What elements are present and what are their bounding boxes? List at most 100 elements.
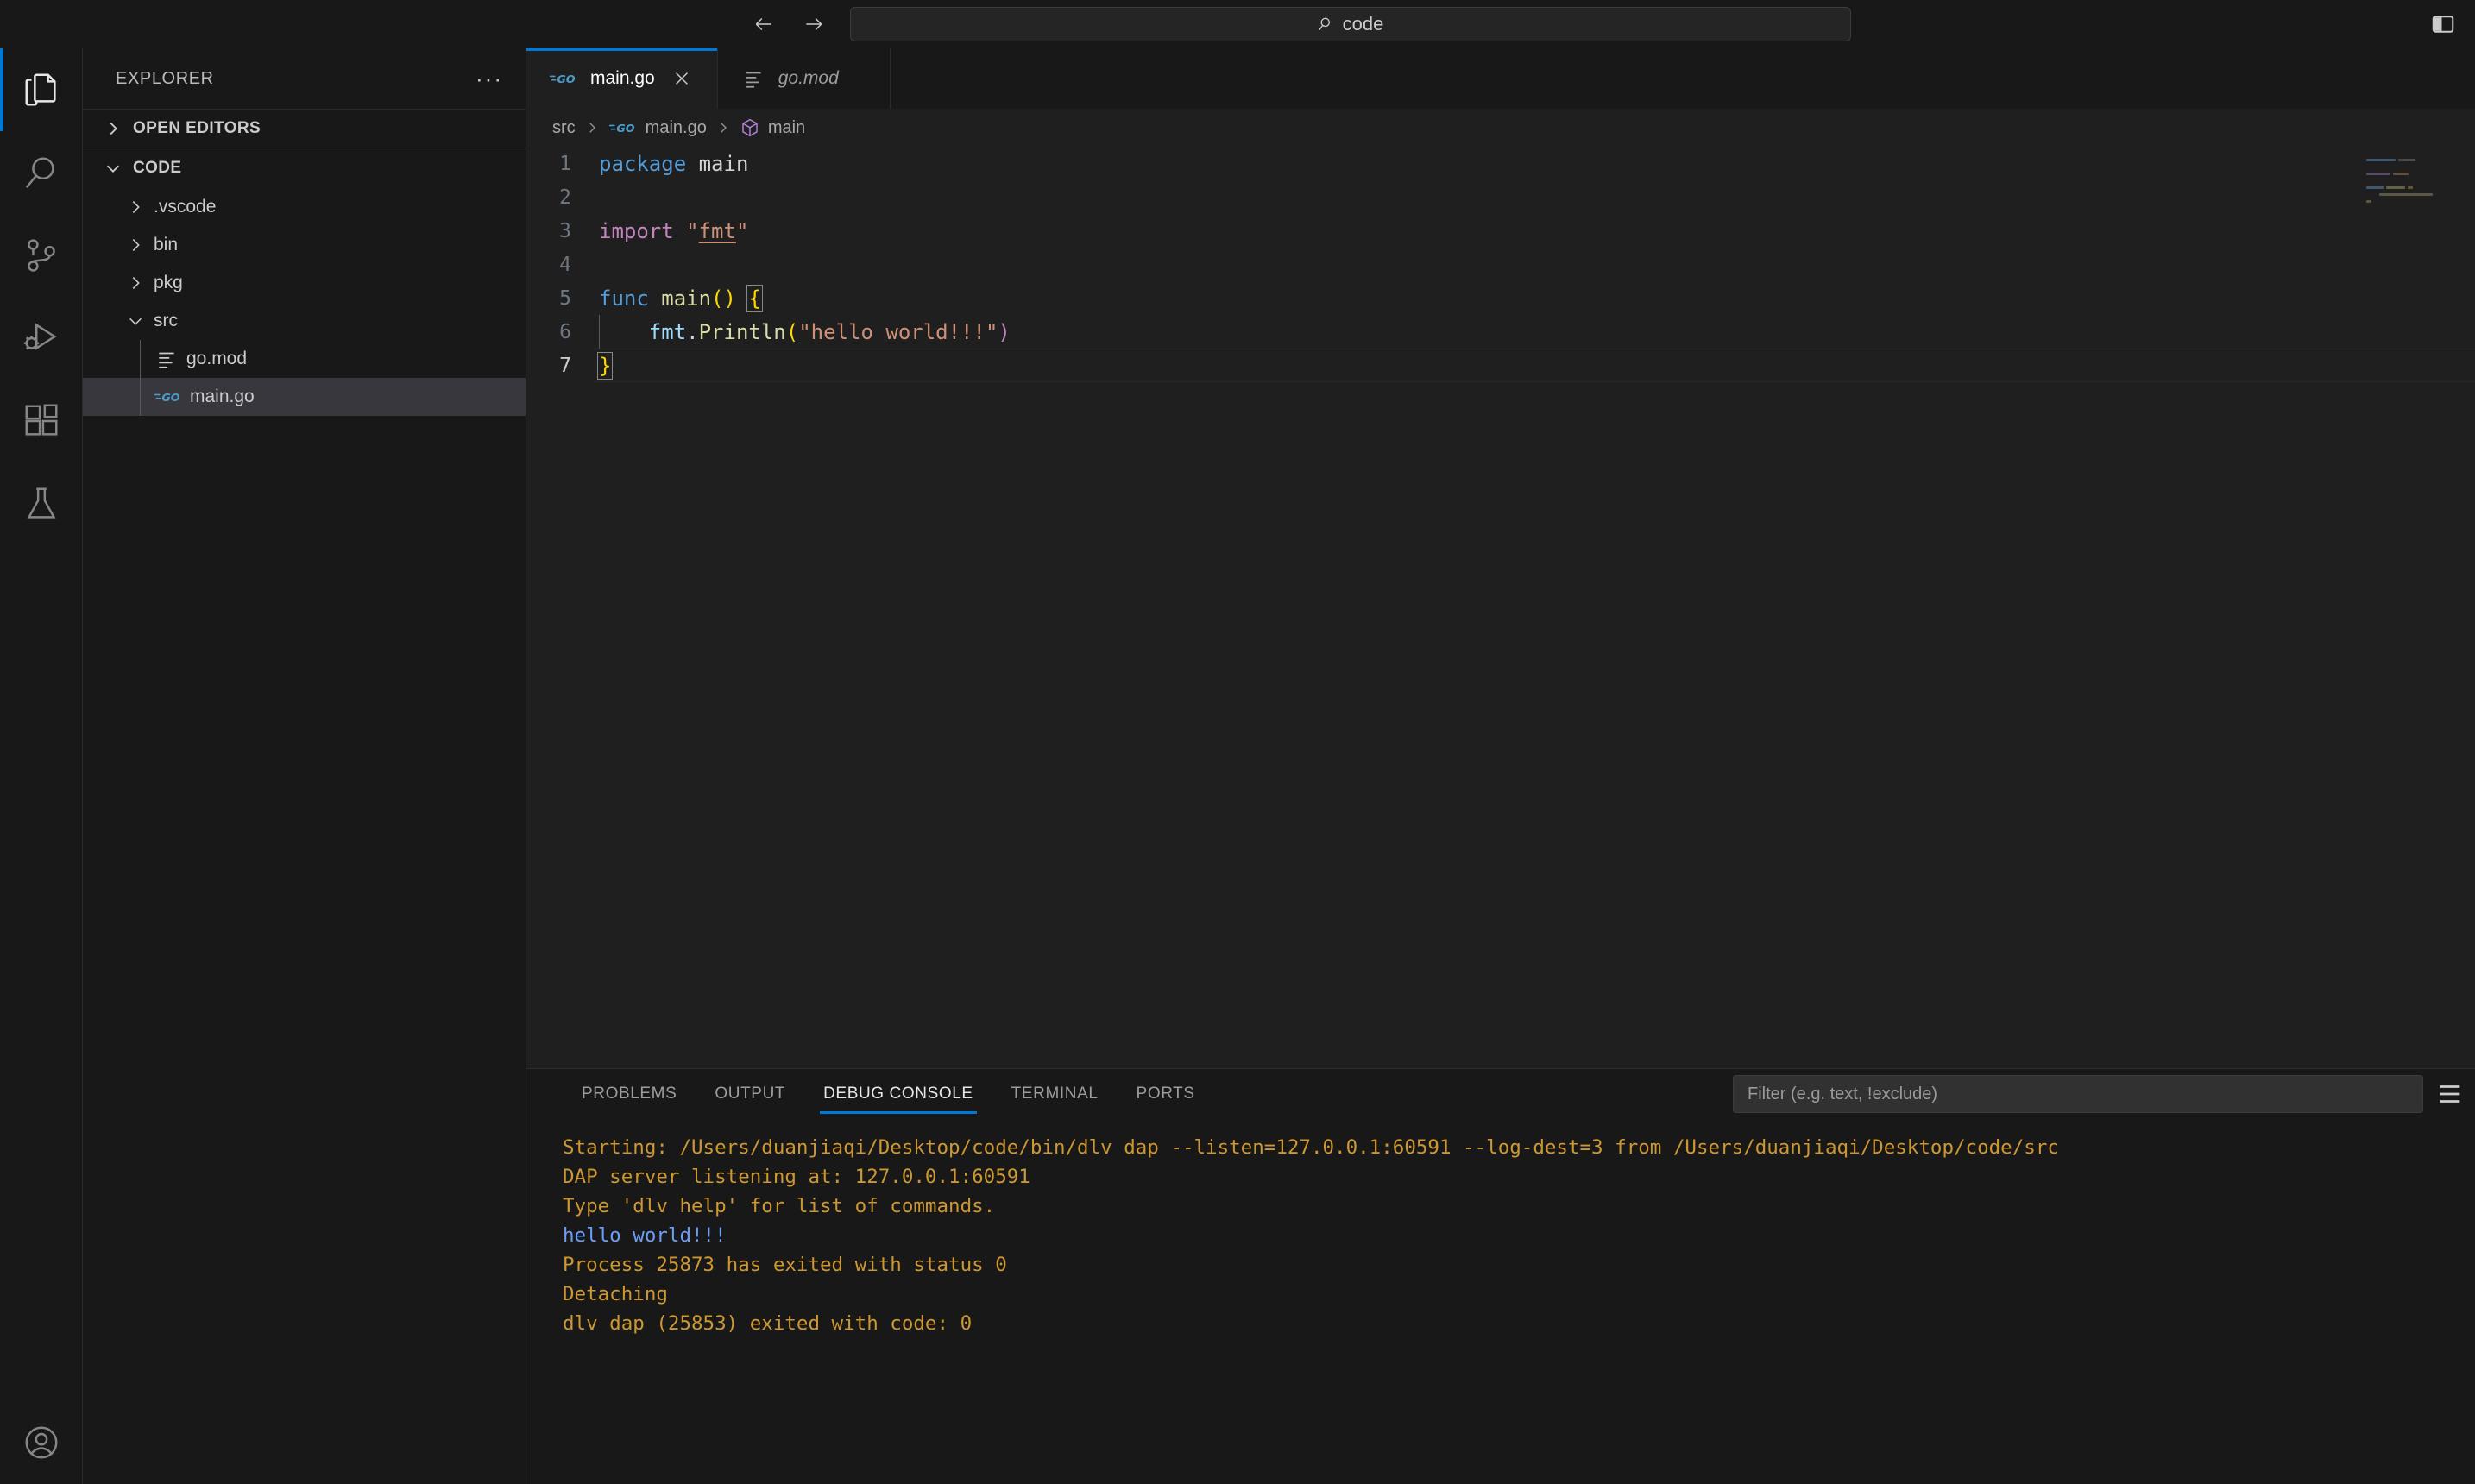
token-import-path: fmt <box>698 218 736 243</box>
tree-section-label: OPEN EDITORS <box>133 119 261 137</box>
editor-zone: GO main.go go.mod src GO main.go main 1 … <box>526 48 2475 1484</box>
sidebar-item-testing[interactable] <box>0 462 83 545</box>
arrow-left-icon[interactable] <box>751 11 777 37</box>
line-number: 1 <box>559 152 571 175</box>
line-number: 4 <box>559 253 571 276</box>
panel-tab-label: PROBLEMS <box>582 1085 677 1103</box>
token-keyword: import <box>599 218 674 243</box>
sidebar-item-extensions[interactable] <box>0 380 83 462</box>
token-parens: () <box>711 286 736 311</box>
tab-output[interactable]: OUTPUT <box>696 1069 804 1119</box>
tree-item-vscode[interactable]: .vscode <box>83 188 526 226</box>
close-icon[interactable] <box>667 64 696 93</box>
current-line-highlight <box>594 349 2475 382</box>
tree-section-open-editors[interactable]: OPEN EDITORS <box>83 109 526 148</box>
tab-main-go[interactable]: GO main.go <box>526 48 718 109</box>
code-line-3: 3 import "fmt" <box>526 214 2475 248</box>
breadcrumb-item-main-symbol[interactable]: main <box>740 117 805 138</box>
tree-item-label: pkg <box>154 273 183 292</box>
explorer-sidebar: EXPLORER ··· OPEN EDITORS CODE .vscode b… <box>83 48 526 1484</box>
title-bar: code <box>0 0 2475 48</box>
chevron-down-icon <box>124 310 147 332</box>
token-keyword: package <box>599 151 687 176</box>
tree-item-bin[interactable]: bin <box>83 226 526 264</box>
sidebar-header: EXPLORER ··· <box>83 48 526 109</box>
console-line: Process 25873 has exited with status 0 <box>563 1254 1007 1276</box>
tab-terminal[interactable]: TERMINAL <box>992 1069 1118 1119</box>
tree-section-code[interactable]: CODE <box>83 148 526 188</box>
token-quote: " <box>735 218 749 243</box>
filter-input[interactable]: Filter (e.g. text, !exclude) <box>1733 1075 2423 1113</box>
token-method: Println <box>698 319 786 344</box>
svg-text:GO: GO <box>557 73 575 86</box>
chevron-right-icon <box>715 120 731 135</box>
breadcrumb-item-main-go[interactable]: GO main.go <box>608 118 707 138</box>
sidebar-item-run-and-debug[interactable] <box>0 297 83 380</box>
chevron-right-icon <box>584 120 600 135</box>
chevron-right-icon <box>124 272 147 294</box>
tree-item-src[interactable]: src <box>83 302 526 340</box>
token-quote: " <box>673 218 699 243</box>
run-debug-icon <box>23 323 57 350</box>
navigation-arrows <box>751 11 827 37</box>
svg-text:GO: GO <box>161 392 179 405</box>
console-line: Starting: /Users/duanjiaqi/Desktop/code/… <box>563 1136 2059 1159</box>
layout-panel-icon[interactable] <box>2430 11 2456 37</box>
line-number: 5 <box>559 286 571 310</box>
code-line-5: 5 func main() { <box>526 281 2475 315</box>
code-text: func main() { <box>594 284 763 312</box>
code-line-6: 6 fmt.Println("hello world!!!") <box>526 315 2475 349</box>
breadcrumb-label: main.go <box>645 117 707 137</box>
console-line: hello world!!! <box>563 1224 727 1247</box>
tree-item-go-mod[interactable]: go.mod <box>83 340 526 378</box>
more-actions-icon[interactable]: ··· <box>475 67 503 90</box>
code-editor[interactable]: 1 package main 2 3 import "fmt" 4 5 func… <box>526 147 2475 1068</box>
list-menu-icon[interactable] <box>2435 1079 2465 1109</box>
tabs-filler <box>890 48 2475 109</box>
panel-tab-label: DEBUG CONSOLE <box>823 1085 973 1103</box>
tab-debug-console[interactable]: DEBUG CONSOLE <box>804 1069 992 1119</box>
token-dot: . <box>686 319 699 344</box>
tree-item-label: go.mod <box>186 349 248 368</box>
go-file-icon: GO <box>608 118 638 137</box>
command-center[interactable]: code <box>850 7 1851 41</box>
sidebar-item-source-control[interactable] <box>0 214 83 297</box>
code-line-4: 4 <box>526 248 2475 281</box>
debug-console-output[interactable]: Starting: /Users/duanjiaqi/Desktop/code/… <box>526 1119 2475 1484</box>
mod-file-icon <box>740 67 766 90</box>
tab-go-mod[interactable]: go.mod <box>717 48 891 109</box>
sidebar-title: EXPLORER <box>116 68 214 88</box>
sidebar-item-search[interactable] <box>0 131 83 214</box>
vscode-window: code EXPLORER ··· OPEN EDITORS CODE .vsc… <box>0 0 2475 1484</box>
bottom-panel: PROBLEMS OUTPUT DEBUG CONSOLE TERMINAL P… <box>526 1068 2475 1484</box>
token-keyword: func <box>599 286 649 311</box>
go-file-icon: GO <box>549 69 578 88</box>
code-line-2: 2 <box>526 180 2475 214</box>
source-control-icon <box>27 239 55 272</box>
code-lines: 1 package main 2 3 import "fmt" 4 5 func… <box>526 147 2475 382</box>
tree-section-label: CODE <box>133 159 182 177</box>
breadcrumb-label: src <box>552 117 576 137</box>
tab-ports[interactable]: PORTS <box>1118 1069 1214 1119</box>
tree-item-pkg[interactable]: pkg <box>83 264 526 302</box>
token-paren-close: ) <box>998 319 1011 344</box>
tab-problems[interactable]: PROBLEMS <box>563 1069 696 1119</box>
token-function-name: main <box>648 286 712 311</box>
tree-item-main-go[interactable]: GO main.go <box>83 378 526 416</box>
code-text: package main <box>594 152 748 176</box>
console-line: Type 'dlv help' for list of commands. <box>563 1195 996 1217</box>
token-brace-open: { <box>746 284 763 312</box>
minimap[interactable] <box>2366 159 2459 236</box>
search-icon <box>25 157 54 189</box>
arrow-right-icon[interactable] <box>801 11 827 37</box>
panel-tabs: PROBLEMS OUTPUT DEBUG CONSOLE TERMINAL P… <box>526 1069 2475 1119</box>
sidebar-item-explorer[interactable] <box>0 48 83 131</box>
console-line: Detaching <box>563 1283 668 1305</box>
files-icon <box>25 73 56 106</box>
chevron-right-icon <box>124 234 147 256</box>
panel-tab-label: OUTPUT <box>715 1085 786 1103</box>
breadcrumb-item-src[interactable]: src <box>552 118 576 138</box>
account-circle-icon[interactable] <box>0 1401 83 1484</box>
panel-actions: Filter (e.g. text, !exclude) <box>1733 1075 2465 1113</box>
